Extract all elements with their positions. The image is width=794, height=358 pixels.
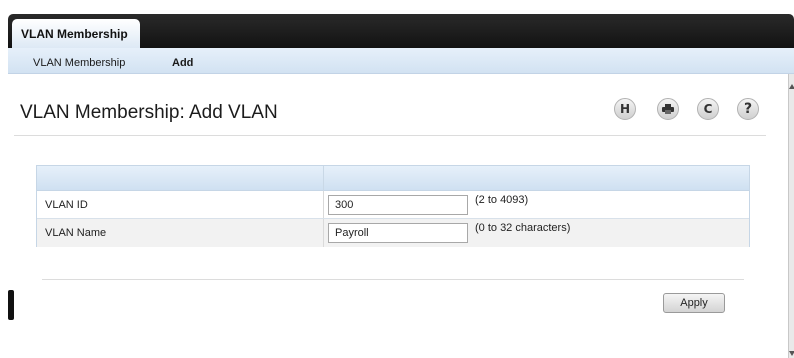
form-row-vlan-name: VLAN Name (0 to 32 characters) [37,219,749,247]
column-divider [323,219,324,247]
page-title: VLAN Membership: Add VLAN [20,102,278,123]
vlan-id-range-hint: (2 to 4093) [475,194,529,206]
sub-navigation: VLAN Membership Add [8,48,794,74]
printer-glyph [662,104,674,114]
refresh-icon-glyph: C [703,102,713,116]
footer-divider [42,279,744,280]
scroll-down-arrow-icon[interactable] [789,351,794,356]
save-icon-glyph: H [619,102,631,116]
apply-button[interactable]: Apply [663,293,725,313]
subnav-item-add[interactable]: Add [172,57,193,69]
column-divider [323,166,324,191]
column-divider [323,191,324,218]
vlan-id-label: VLAN ID [45,199,88,211]
subnav-item-vlan-membership[interactable]: VLAN Membership [33,57,125,69]
vlan-name-length-hint: (0 to 32 characters) [475,222,571,234]
help-icon-glyph: ? [743,101,753,117]
left-panel-handle[interactable] [8,290,14,320]
table-header [37,166,749,191]
scroll-up-arrow-icon[interactable] [789,84,794,89]
vlan-form-table: VLAN ID (2 to 4093) VLAN Name (0 to 32 c… [36,165,750,247]
vertical-scrollbar[interactable] [788,74,794,358]
title-divider [14,135,766,136]
refresh-icon[interactable]: C [697,98,719,120]
vlan-id-input[interactable] [328,195,468,215]
form-row-vlan-id: VLAN ID (2 to 4093) [37,191,749,219]
tab-vlan-membership[interactable]: VLAN Membership [12,19,140,48]
vlan-name-input[interactable] [328,223,468,243]
save-icon[interactable]: H [614,98,636,120]
vlan-name-label: VLAN Name [45,227,107,239]
print-icon[interactable] [657,98,679,120]
help-icon[interactable]: ? [737,98,759,120]
